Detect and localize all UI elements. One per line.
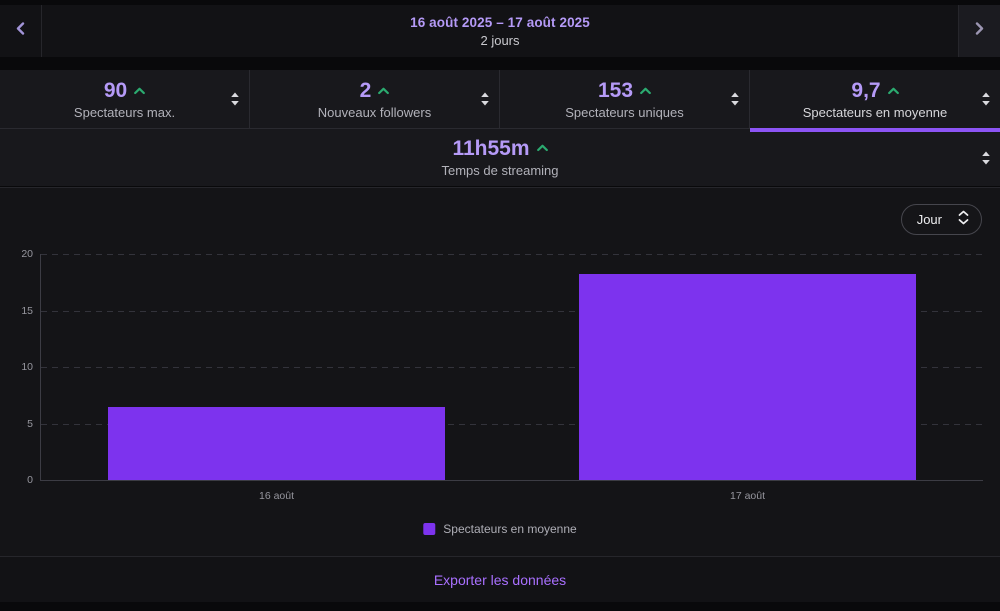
stat-card-2[interactable]: 153 Spectateurs uniques [500,70,750,128]
gridline-y20 [41,254,983,255]
next-period-button[interactable] [958,5,1000,57]
trend-up-icon [640,82,651,100]
period-select-value: Jour [916,212,942,227]
date-range-title: 16 août 2025 – 17 août 2025 [410,14,590,30]
sort-toggle-icon[interactable] [478,90,492,108]
legend-swatch [423,523,436,535]
chevron-left-icon [16,22,25,40]
bar-chart-plot-area: 20 15 10 5 0 16 août 17 août [21,248,983,502]
chart-section: Jour 20 15 10 5 0 16 août 17 août Spectateurs … [0,187,1000,556]
y-axis-tick-15: 15 [21,304,33,317]
date-range-navbar: 16 août 2025 – 17 août 2025 2 jours [0,5,1000,57]
stat-label: Spectateurs en moyenne [802,105,948,120]
stat-value: 9,7 [851,79,881,102]
stat-value: 2 [359,79,372,102]
chart-legend: Spectateurs en moyenne [423,522,577,536]
stats-row: 90 Spectateurs max. 2 Nouveaux followers 153… [0,70,1000,132]
stat-value: 90 [103,79,128,102]
stat-card-3[interactable]: 9,7 Spectateurs en moyenne [750,70,1000,132]
stream-time-label: Temps de streaming [441,162,559,178]
chevron-up-down-icon [958,210,969,230]
sort-toggle-icon[interactable] [228,90,242,108]
period-select-dropdown[interactable]: Jour [900,204,982,235]
stat-label: Nouveaux followers [317,105,432,120]
sort-toggle-icon[interactable] [728,90,742,108]
legend-label: Spectateurs en moyenne [443,522,577,536]
selected-card-underline [750,128,1000,132]
date-range-duration: 2 jours [480,32,520,48]
trend-up-icon [378,82,390,100]
x-axis-label-17-août: 17 août [729,490,766,502]
sort-toggle-icon[interactable] [979,90,993,108]
previous-period-button[interactable] [0,5,42,57]
stat-card-1[interactable]: 2 Nouveaux followers [250,70,500,128]
x-axis-label-16-août: 16 août [258,490,295,502]
y-axis-tick-0: 0 [27,474,33,486]
bar-17-août[interactable] [579,274,916,480]
stat-label: Spectateurs uniques [565,105,684,120]
y-axis-tick-20: 20 [21,248,33,260]
stat-value: 153 [597,79,634,102]
stat-label: Spectateurs max. [73,105,176,120]
sort-toggle-icon[interactable] [979,149,993,167]
stat-card-stream-time[interactable]: 11h55m Temps de streaming [0,128,1000,186]
bar-16-août[interactable] [108,406,445,480]
trend-up-icon [134,82,146,100]
y-axis-tick-10: 10 [21,361,33,373]
export-data-link[interactable]: Exporter les données [434,572,566,588]
chevron-right-icon [975,22,984,40]
y-axis-tick-5: 5 [27,417,33,430]
stream-time-value: 11h55m [452,136,530,160]
stats-panel: 90 Spectateurs max. 2 Nouveaux followers 153… [0,70,1000,186]
date-range-display: 16 août 2025 – 17 août 2025 2 jours [42,5,958,57]
footer-bar: Exporter les données [0,556,1000,602]
stat-card-0[interactable]: 90 Spectateurs max. [0,70,250,128]
trend-up-icon [536,139,548,157]
trend-up-icon [887,82,899,100]
